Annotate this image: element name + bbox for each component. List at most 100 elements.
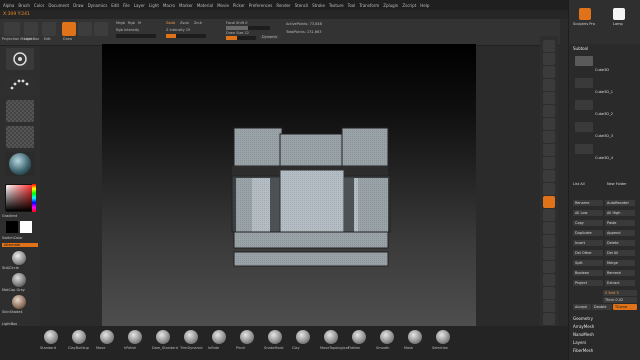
all-low-button[interactable]: All Low [573,210,603,216]
paste-button[interactable]: Paste [605,220,635,226]
projection-master-button[interactable] [4,22,20,36]
zadd-label[interactable]: Zadd [166,21,175,25]
brush-standard-icon[interactable] [44,330,58,344]
edit-button[interactable] [42,22,56,36]
menu-brush[interactable]: Brush [18,3,30,8]
tool-zoom-button[interactable] [543,79,555,91]
material-thumbnail[interactable] [6,152,34,176]
tool-line-fill-button[interactable] [543,248,555,260]
brush-hpolish-icon[interactable] [128,330,142,344]
brush-movetopological-icon[interactable] [324,330,338,344]
menu-stroke[interactable]: Stroke [312,3,325,8]
brush-pinch-icon[interactable] [240,330,254,344]
menu-marker[interactable]: Marker [179,3,193,8]
del-other-button[interactable]: Del Other [573,250,603,256]
tool-local-button[interactable] [543,157,555,169]
brush-flatten-icon[interactable] [352,330,366,344]
menu-zscript[interactable]: Zscript [402,3,416,8]
menu-draw[interactable]: Draw [73,3,83,8]
color-picker[interactable] [5,184,35,212]
menu-stencil[interactable]: Stencil [295,3,309,8]
accept-button[interactable]: Accept [573,304,591,310]
zcut-label[interactable]: Zcut [194,21,202,25]
section-arraymesh[interactable]: ArrayMesh [573,324,594,329]
gradient-label[interactable]: Gradient [2,214,38,218]
extract-thick[interactable]: Thick 0.02 [603,297,637,303]
rgb-label[interactable]: Rgb [128,21,135,25]
brush-mask-icon[interactable] [408,330,422,344]
tool-aahalf-button[interactable] [543,105,555,117]
tool-polyf-button[interactable] [543,261,555,273]
subtool-item-label[interactable]: Cube3D [595,68,609,72]
tool-lsym-button[interactable] [543,170,555,182]
extract-button[interactable]: Extract [605,280,635,286]
m-label[interactable]: M [138,21,141,25]
tool-transp-button[interactable] [543,274,555,286]
append-button[interactable]: Append [605,230,635,236]
draw-button[interactable] [62,22,76,36]
brush-dam_standard-icon[interactable] [156,330,170,344]
scale-button[interactable] [94,22,108,36]
subtool-item-label[interactable]: Cube3D_2 [595,112,613,116]
tool-rotate-button[interactable] [543,235,555,247]
autoreorder-button[interactable]: AutoReorder [605,200,635,206]
tool-gxyz-button[interactable] [543,183,555,195]
brush-snakehook-icon[interactable] [268,330,282,344]
alternate-button[interactable]: Alternate [2,243,38,247]
menu-movie[interactable]: Movie [217,3,229,8]
stroke-thumbnail[interactable] [6,74,34,96]
section-layers[interactable]: Layers [573,340,586,345]
rename-button[interactable]: Rename [573,200,603,206]
menu-render[interactable]: Render [276,3,290,8]
brush-claybuildup-icon[interactable] [72,330,86,344]
lamp-icon[interactable] [613,8,625,20]
duplicate-button[interactable]: Duplicate [573,230,603,236]
lightbox-button[interactable] [24,22,38,36]
tool-ghost-button[interactable] [543,287,555,299]
texture-thumbnail[interactable] [6,126,34,148]
brush-move-icon[interactable] [100,330,114,344]
std-circle-material-icon[interactable] [12,251,26,265]
subtool-item-label[interactable]: Cube3D_4 [595,156,613,160]
menu-color[interactable]: Color [34,3,44,8]
subtool-thumbnail[interactable] [575,56,593,66]
move-button[interactable] [78,22,92,36]
split-button[interactable]: Split [573,260,603,266]
rgb-intensity-slider[interactable] [116,34,156,38]
document-canvas[interactable] [102,44,476,326]
draw-size-slider[interactable] [226,36,256,40]
tool-move-button[interactable] [543,209,555,221]
menu-dynamics[interactable]: Dynamics [88,3,108,8]
menu-preferences[interactable]: Preferences [249,3,273,8]
tool-frame-button[interactable] [543,196,555,208]
subtool-thumbnail[interactable] [575,100,593,110]
tool-scale-button[interactable] [543,222,555,234]
project-button[interactable]: Project [573,280,603,286]
menu-edit[interactable]: Edit [111,3,119,8]
menu-light[interactable]: Light [149,3,159,8]
sculptris-pro-icon[interactable] [579,8,591,20]
extract-s-smt[interactable]: S Smt 5 [603,290,637,296]
tool-solo-button[interactable] [543,300,555,312]
subtool-thumbnail[interactable] [575,78,593,88]
menu-help[interactable]: Help [420,3,429,8]
z-intensity-slider[interactable] [166,34,206,38]
all-high-button[interactable]: All High [605,210,635,216]
tool-bpr-button[interactable] [543,40,555,52]
hue-slider[interactable] [32,184,36,212]
menu-transform[interactable]: Transform [359,3,379,8]
menu-picker[interactable]: Picker [233,3,245,8]
insert-button[interactable]: Insert [573,240,603,246]
tool-actual-button[interactable] [543,92,555,104]
new-folder-button[interactable]: New Folder [607,182,627,186]
tool-floor-button[interactable] [543,144,555,156]
remesh-button[interactable]: Remesh [605,270,635,276]
tool-scroll-button[interactable] [543,66,555,78]
menu-layer[interactable]: Layer [134,3,145,8]
brush-clay-icon[interactable] [296,330,310,344]
skinshade-icon[interactable] [12,295,26,309]
subtool-thumbnail[interactable] [575,144,593,154]
brush-inflate-icon[interactable] [212,330,226,344]
brush-thumbnail[interactable] [6,48,34,70]
section-geometry[interactable]: Geometry [573,316,593,321]
